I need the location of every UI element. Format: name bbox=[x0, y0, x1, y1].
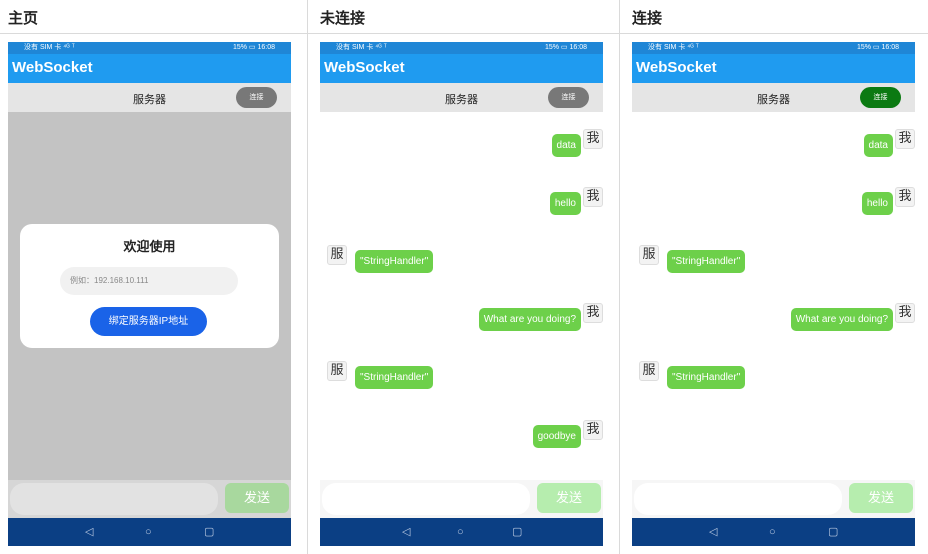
system-nav-bar: ◁ ○ ▢ bbox=[8, 518, 291, 546]
panel-title: 主页 bbox=[0, 0, 307, 34]
modal-overlay: 欢迎使用 例如：192.168.10.111 绑定服务器IP地址 bbox=[8, 112, 291, 480]
chat-message-received: 服 "StringHandler" bbox=[320, 361, 603, 396]
message-input[interactable] bbox=[634, 483, 842, 515]
status-bar: 没有 SIM 卡 ⁴ᴳ ᵀ 15% ▭ 16:08 bbox=[320, 42, 603, 54]
chat-area: data 我 hello 我 服 "StringHandler" What ar… bbox=[632, 112, 915, 480]
send-button[interactable]: 发送 bbox=[849, 483, 913, 513]
send-button[interactable]: 发送 bbox=[537, 483, 601, 513]
app-bar: WebSocket bbox=[320, 54, 603, 83]
app-title: WebSocket bbox=[12, 59, 93, 76]
phone-screen: 没有 SIM 卡 ⁴ᴳ ᵀ 15% ▭ 16:08 WebSocket 服务器 … bbox=[320, 42, 603, 546]
avatar-me: 我 bbox=[895, 129, 915, 149]
message-bubble: "StringHandler" bbox=[667, 250, 746, 273]
panel-title: 未连接 bbox=[308, 0, 619, 34]
input-bar: 发送 bbox=[8, 480, 291, 518]
message-bubble: What are you doing? bbox=[478, 308, 581, 331]
input-bar: 发送 bbox=[320, 480, 603, 518]
input-bar: 发送 bbox=[632, 480, 915, 518]
panel-connected: 连接 没有 SIM 卡 ⁴ᴳ ᵀ 15% ▭ 16:08 WebSocket 服… bbox=[620, 0, 928, 554]
avatar-me: 我 bbox=[583, 129, 603, 149]
nav-home-icon[interactable]: ○ bbox=[457, 524, 464, 540]
avatar-me: 我 bbox=[583, 303, 603, 323]
bind-ip-button[interactable]: 绑定服务器IP地址 bbox=[90, 307, 207, 336]
nav-back-icon[interactable]: ◁ bbox=[402, 524, 410, 540]
server-bar: 服务器 连接 bbox=[8, 83, 291, 112]
avatar-server: 服 bbox=[639, 361, 659, 381]
avatar-me: 我 bbox=[583, 187, 603, 207]
message-bubble: "StringHandler" bbox=[667, 366, 746, 389]
avatar-server: 服 bbox=[327, 245, 347, 265]
nav-home-icon[interactable]: ○ bbox=[145, 524, 152, 540]
chat-message-sent: data 我 bbox=[632, 129, 915, 164]
status-battery-time: 15% ▭ 16:08 bbox=[856, 44, 899, 51]
chat-message-sent: data 我 bbox=[320, 129, 603, 164]
message-bubble: hello bbox=[861, 192, 893, 215]
send-button[interactable]: 发送 bbox=[225, 483, 289, 513]
chat-area: data 我 hello 我 服 "StringHandler" What ar… bbox=[320, 112, 603, 480]
message-bubble: "StringHandler" bbox=[355, 250, 434, 273]
nav-back-icon[interactable]: ◁ bbox=[85, 524, 93, 540]
avatar-me: 我 bbox=[895, 187, 915, 207]
status-carrier: 没有 SIM 卡 ⁴ᴳ ᵀ bbox=[24, 44, 75, 51]
message-bubble: "StringHandler" bbox=[355, 366, 434, 389]
message-bubble: data bbox=[863, 134, 893, 157]
nav-recent-icon[interactable]: ▢ bbox=[512, 524, 522, 540]
dialog-title: 欢迎使用 bbox=[123, 240, 176, 255]
message-bubble: What are you doing? bbox=[790, 308, 893, 331]
chat-message-sent: hello 我 bbox=[320, 187, 603, 222]
message-bubble: data bbox=[551, 134, 581, 157]
panel-home: 主页 没有 SIM 卡 ⁴ᴳ ᵀ 15% ▭ 16:08 WebSocket 服… bbox=[0, 0, 307, 554]
connect-button[interactable]: 连接 bbox=[860, 87, 901, 108]
message-input[interactable] bbox=[10, 483, 218, 515]
avatar-me: 我 bbox=[895, 303, 915, 323]
panel-disconnected: 未连接 没有 SIM 卡 ⁴ᴳ ᵀ 15% ▭ 16:08 WebSocket … bbox=[308, 0, 619, 554]
status-carrier: 没有 SIM 卡 ⁴ᴳ ᵀ bbox=[648, 44, 699, 51]
chat-message-received: 服 "StringHandler" bbox=[632, 245, 915, 280]
chat-message-sent: What are you doing? 我 bbox=[632, 303, 915, 338]
connect-button[interactable]: 连接 bbox=[236, 87, 277, 108]
system-nav-bar: ◁ ○ ▢ bbox=[320, 518, 603, 546]
phone-screen: 没有 SIM 卡 ⁴ᴳ ᵀ 15% ▭ 16:08 WebSocket 服务器 … bbox=[632, 42, 915, 546]
connect-button[interactable]: 连接 bbox=[548, 87, 589, 108]
avatar-me: 我 bbox=[583, 420, 603, 440]
chat-message-received: 服 "StringHandler" bbox=[632, 361, 915, 396]
status-bar: 没有 SIM 卡 ⁴ᴳ ᵀ 15% ▭ 16:08 bbox=[8, 42, 291, 54]
message-input[interactable] bbox=[322, 483, 530, 515]
message-bubble: goodbye bbox=[532, 425, 581, 448]
phone-screen: 没有 SIM 卡 ⁴ᴳ ᵀ 15% ▭ 16:08 WebSocket 服务器 … bbox=[8, 42, 291, 546]
status-battery-time: 15% ▭ 16:08 bbox=[232, 44, 275, 51]
status-carrier: 没有 SIM 卡 ⁴ᴳ ᵀ bbox=[336, 44, 387, 51]
panel-title-text: 未连接 bbox=[320, 9, 366, 27]
panel-title-text: 连接 bbox=[632, 9, 663, 27]
status-bar: 没有 SIM 卡 ⁴ᴳ ᵀ 15% ▭ 16:08 bbox=[632, 42, 915, 54]
system-nav-bar: ◁ ○ ▢ bbox=[632, 518, 915, 546]
nav-home-icon[interactable]: ○ bbox=[769, 524, 776, 540]
chat-message-sent: What are you doing? 我 bbox=[320, 303, 603, 338]
welcome-dialog: 欢迎使用 例如：192.168.10.111 绑定服务器IP地址 bbox=[20, 224, 279, 348]
server-ip-input[interactable]: 例如：192.168.10.111 bbox=[60, 267, 238, 295]
chat-message-sent: goodbye 我 bbox=[320, 420, 603, 455]
nav-recent-icon[interactable]: ▢ bbox=[828, 524, 838, 540]
app-title: WebSocket bbox=[636, 59, 717, 76]
server-bar: 服务器 连接 bbox=[632, 83, 915, 112]
chat-message-received: 服 "StringHandler" bbox=[320, 245, 603, 280]
status-battery-time: 15% ▭ 16:08 bbox=[544, 44, 587, 51]
panel-title-text: 主页 bbox=[8, 9, 39, 27]
app-bar: WebSocket bbox=[632, 54, 915, 83]
panel-title: 连接 bbox=[620, 0, 928, 34]
chat-message-sent: hello 我 bbox=[632, 187, 915, 222]
app-title: WebSocket bbox=[324, 59, 405, 76]
message-bubble: hello bbox=[549, 192, 581, 215]
server-bar: 服务器 连接 bbox=[320, 83, 603, 112]
app-bar: WebSocket bbox=[8, 54, 291, 83]
avatar-server: 服 bbox=[639, 245, 659, 265]
avatar-server: 服 bbox=[327, 361, 347, 381]
nav-back-icon[interactable]: ◁ bbox=[709, 524, 717, 540]
nav-recent-icon[interactable]: ▢ bbox=[204, 524, 214, 540]
